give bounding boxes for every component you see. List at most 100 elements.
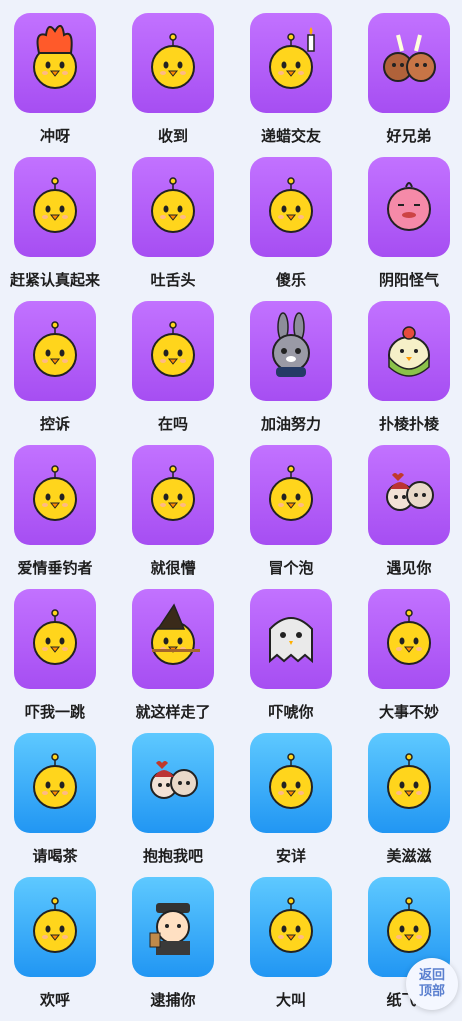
sticker-label: 收到 (157, 127, 188, 145)
sticker-tile (14, 733, 96, 833)
panic-chick-icon (387, 609, 431, 665)
sticker-label: 大事不妙 (378, 703, 439, 721)
sticker-item[interactable]: 阴阳怪气 (355, 157, 462, 301)
sticker-item[interactable]: 欢呼 (1, 877, 119, 1021)
sticker-item[interactable]: 扑棱扑棱 (355, 301, 462, 445)
sticker-item[interactable]: 大叫 (237, 877, 355, 1021)
sticker-tile (368, 589, 450, 689)
hug-icon (150, 761, 198, 799)
sticker-item[interactable]: 大事不妙 (355, 589, 462, 733)
sticker-label: 欢呼 (39, 991, 70, 1009)
serious-chick-icon (33, 177, 77, 233)
sticker-tile (14, 877, 96, 977)
sticker-tile (14, 445, 96, 545)
bunny-icon (272, 312, 310, 377)
cheer-chick-icon (33, 897, 77, 953)
silly-chick-icon (269, 177, 313, 233)
green-chick-icon (388, 326, 430, 377)
sticker-item[interactable]: 美滋滋 (355, 733, 462, 877)
sticker-label: 爱情垂钓者 (17, 559, 93, 577)
bear-friends-icon (383, 34, 436, 82)
bubble-chick-icon (269, 465, 313, 521)
sticker-item[interactable]: 就这样走了 (119, 589, 237, 733)
sticker-tile (14, 157, 96, 257)
confused-chick-icon (151, 465, 195, 521)
sticker-item[interactable]: 安详 (237, 733, 355, 877)
sticker-tile (368, 445, 450, 545)
sticker-tile (132, 445, 214, 545)
shout-chick-icon (269, 897, 313, 953)
couple-icon (386, 473, 434, 511)
sticker-item[interactable]: 加油努力 (237, 301, 355, 445)
sticker-label: 吓唬你 (268, 703, 314, 721)
sticker-label: 安详 (275, 847, 306, 865)
sticker-label: 美滋滋 (386, 847, 432, 865)
sticker-tile (132, 301, 214, 401)
sticker-grid: 冲呀 收到 递蜡交友 好兄弟赶紧认真起来 吐舌头 傻乐 阴阳怪气控诉 在吗 加油努力 扑棱扑棱爱情… (0, 0, 462, 1021)
sticker-tile (368, 301, 450, 401)
sticker-tile (14, 589, 96, 689)
sticker-tile (250, 157, 332, 257)
sticker-tile (132, 733, 214, 833)
sticker-label: 吓我一跳 (24, 703, 85, 721)
sticker-label: 就很懵 (150, 559, 196, 577)
sticker-item[interactable]: 抱抱我吧 (119, 733, 237, 877)
sticker-label: 加油努力 (260, 415, 321, 433)
sticker-item[interactable]: 好兄弟 (355, 13, 462, 157)
sticker-label: 吐舌头 (150, 271, 196, 289)
sticker-label: 赶紧认真起来 (9, 271, 100, 289)
ghost-chick-icon (269, 617, 313, 664)
sticker-label: 请喝茶 (32, 847, 78, 865)
sticker-tile (250, 445, 332, 545)
sticker-item[interactable]: 控诉 (1, 301, 119, 445)
sticker-tile (250, 301, 332, 401)
back-to-top-label-1: 返回 (418, 968, 445, 983)
sticker-label: 遇见你 (386, 559, 432, 577)
accuse-chick-icon (33, 321, 77, 377)
candle-chick-icon (269, 27, 315, 89)
sticker-item[interactable]: 吐舌头 (119, 157, 237, 301)
sticker-item[interactable]: 收到 (119, 13, 237, 157)
sticker-tile (368, 733, 450, 833)
sticker-item[interactable]: 爱情垂钓者 (1, 445, 119, 589)
fishing-chick-icon (33, 465, 77, 521)
sticker-tile (368, 157, 450, 257)
sticker-item[interactable]: 逮捕你 (119, 877, 237, 1021)
tongue-chick-icon (151, 177, 195, 233)
sticker-tile (132, 877, 214, 977)
witch-chick-icon (151, 603, 200, 665)
sticker-item[interactable]: 赶紧认真起来 (1, 157, 119, 301)
back-to-top-label-2: 顶部 (418, 984, 445, 999)
sticker-label: 递蜡交友 (260, 127, 321, 145)
sticker-item[interactable]: 吓唬你 (237, 589, 355, 733)
sticker-item[interactable]: 遇见你 (355, 445, 462, 589)
sticker-item[interactable]: 吓我一跳 (1, 589, 119, 733)
tea-chick-icon (33, 753, 77, 809)
sticker-label: 扑棱扑棱 (378, 415, 439, 433)
sticker-tile (250, 13, 332, 113)
sticker-tile (250, 877, 332, 977)
chick-ok-icon (151, 33, 195, 89)
pink-chick-icon (387, 182, 431, 231)
fire-chick-icon (33, 24, 77, 89)
sticker-label: 抱抱我吧 (142, 847, 203, 865)
sticker-label: 逮捕你 (150, 991, 196, 1009)
sticker-item[interactable]: 递蜡交友 (237, 13, 355, 157)
sticker-label: 冲呀 (39, 127, 70, 145)
sticker-label: 阴阳怪气 (378, 271, 439, 289)
sticker-tile (250, 733, 332, 833)
back-to-top-button[interactable]: 返回 顶部 (406, 958, 458, 1010)
sticker-item[interactable]: 在吗 (119, 301, 237, 445)
sticker-item[interactable]: 就很懵 (119, 445, 237, 589)
sticker-item[interactable]: 冒个泡 (237, 445, 355, 589)
peek-chick-icon (151, 321, 195, 377)
sticker-tile (132, 589, 214, 689)
sticker-item[interactable]: 傻乐 (237, 157, 355, 301)
sticker-label: 大叫 (275, 991, 306, 1009)
sticker-item[interactable]: 请喝茶 (1, 733, 119, 877)
sticker-label: 冒个泡 (268, 559, 314, 577)
sticker-tile (132, 13, 214, 113)
scared-chick-icon (33, 609, 77, 665)
sticker-item[interactable]: 冲呀 (1, 13, 119, 157)
sticker-label: 控诉 (39, 415, 70, 433)
